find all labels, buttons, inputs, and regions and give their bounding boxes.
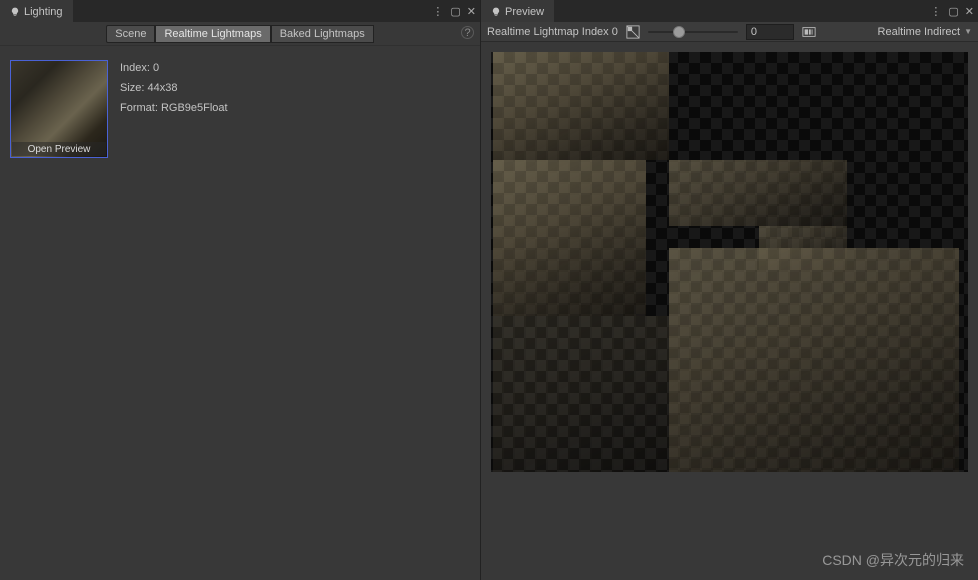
subtab-baked-lightmaps[interactable]: Baked Lightmaps bbox=[271, 25, 374, 43]
preview-canvas[interactable] bbox=[491, 52, 968, 472]
lighting-body: Open Preview Index: 0 Size: 44x38 Format… bbox=[0, 46, 480, 580]
maximize-icon[interactable]: ▢ bbox=[948, 5, 958, 18]
maximize-icon[interactable]: ▢ bbox=[450, 5, 460, 18]
open-preview-button[interactable]: Open Preview bbox=[12, 142, 106, 156]
preview-tab[interactable]: Preview bbox=[481, 0, 554, 22]
preview-mode-dropdown[interactable]: Realtime Indirect ▼ bbox=[878, 26, 972, 38]
subtab-realtime-lightmaps[interactable]: Realtime Lightmaps bbox=[155, 25, 270, 43]
kebab-menu-icon[interactable]: ⋮ bbox=[930, 5, 942, 18]
lightmap-index-label: Index: 0 bbox=[120, 62, 228, 74]
lightmap-region bbox=[493, 160, 646, 316]
lightmap-thumbnail[interactable]: Open Preview bbox=[10, 60, 108, 158]
lightmap-info: Index: 0 Size: 44x38 Format: RGB9e5Float bbox=[120, 60, 228, 566]
preview-panel: Preview ⋮ ▢ ✕ Realtime Lightmap Index 0 bbox=[481, 0, 978, 580]
lightmap-region bbox=[669, 160, 847, 226]
exposure-slider[interactable] bbox=[648, 25, 738, 39]
preview-mode-label: Realtime Indirect bbox=[878, 26, 961, 38]
preview-tabbar: Preview ⋮ ▢ ✕ bbox=[481, 0, 978, 22]
preview-toolbar: Realtime Lightmap Index 0 Realtime Indir… bbox=[481, 22, 978, 42]
lighting-tab-label: Lighting bbox=[24, 6, 63, 18]
subtab-scene[interactable]: Scene bbox=[106, 25, 155, 43]
close-icon[interactable]: ✕ bbox=[965, 5, 974, 18]
lighting-window-controls: ⋮ ▢ ✕ bbox=[432, 5, 480, 18]
slider-track bbox=[648, 31, 738, 33]
exposure-value-input[interactable] bbox=[746, 24, 794, 40]
lightmap-region bbox=[493, 52, 669, 160]
preview-area bbox=[481, 42, 978, 580]
preview-tab-label: Preview bbox=[505, 6, 544, 18]
lighting-panel: Lighting ⋮ ▢ ✕ Scene Realtime Lightmaps … bbox=[0, 0, 481, 580]
kebab-menu-icon[interactable]: ⋮ bbox=[432, 5, 444, 18]
lighting-subtab-row: Scene Realtime Lightmaps Baked Lightmaps… bbox=[0, 22, 480, 46]
lightmap-region bbox=[669, 248, 959, 472]
lightmap-format-label: Format: RGB9e5Float bbox=[120, 102, 228, 114]
chevron-down-icon: ▼ bbox=[964, 27, 972, 36]
help-icon[interactable]: ? bbox=[461, 26, 474, 39]
exposure-icon[interactable] bbox=[626, 25, 640, 39]
lighting-tabbar: Lighting ⋮ ▢ ✕ bbox=[0, 0, 480, 22]
mip-icon[interactable] bbox=[802, 25, 816, 39]
lightmap-size-label: Size: 44x38 bbox=[120, 82, 228, 94]
preview-title-label: Realtime Lightmap Index 0 bbox=[487, 26, 618, 38]
preview-window-controls: ⋮ ▢ ✕ bbox=[930, 5, 978, 18]
lightmap-region bbox=[493, 316, 669, 472]
lightbulb-icon bbox=[10, 7, 20, 17]
close-icon[interactable]: ✕ bbox=[467, 5, 476, 18]
slider-knob[interactable] bbox=[673, 26, 685, 38]
lightbulb-icon bbox=[491, 7, 501, 17]
lighting-tab[interactable]: Lighting bbox=[0, 0, 73, 22]
